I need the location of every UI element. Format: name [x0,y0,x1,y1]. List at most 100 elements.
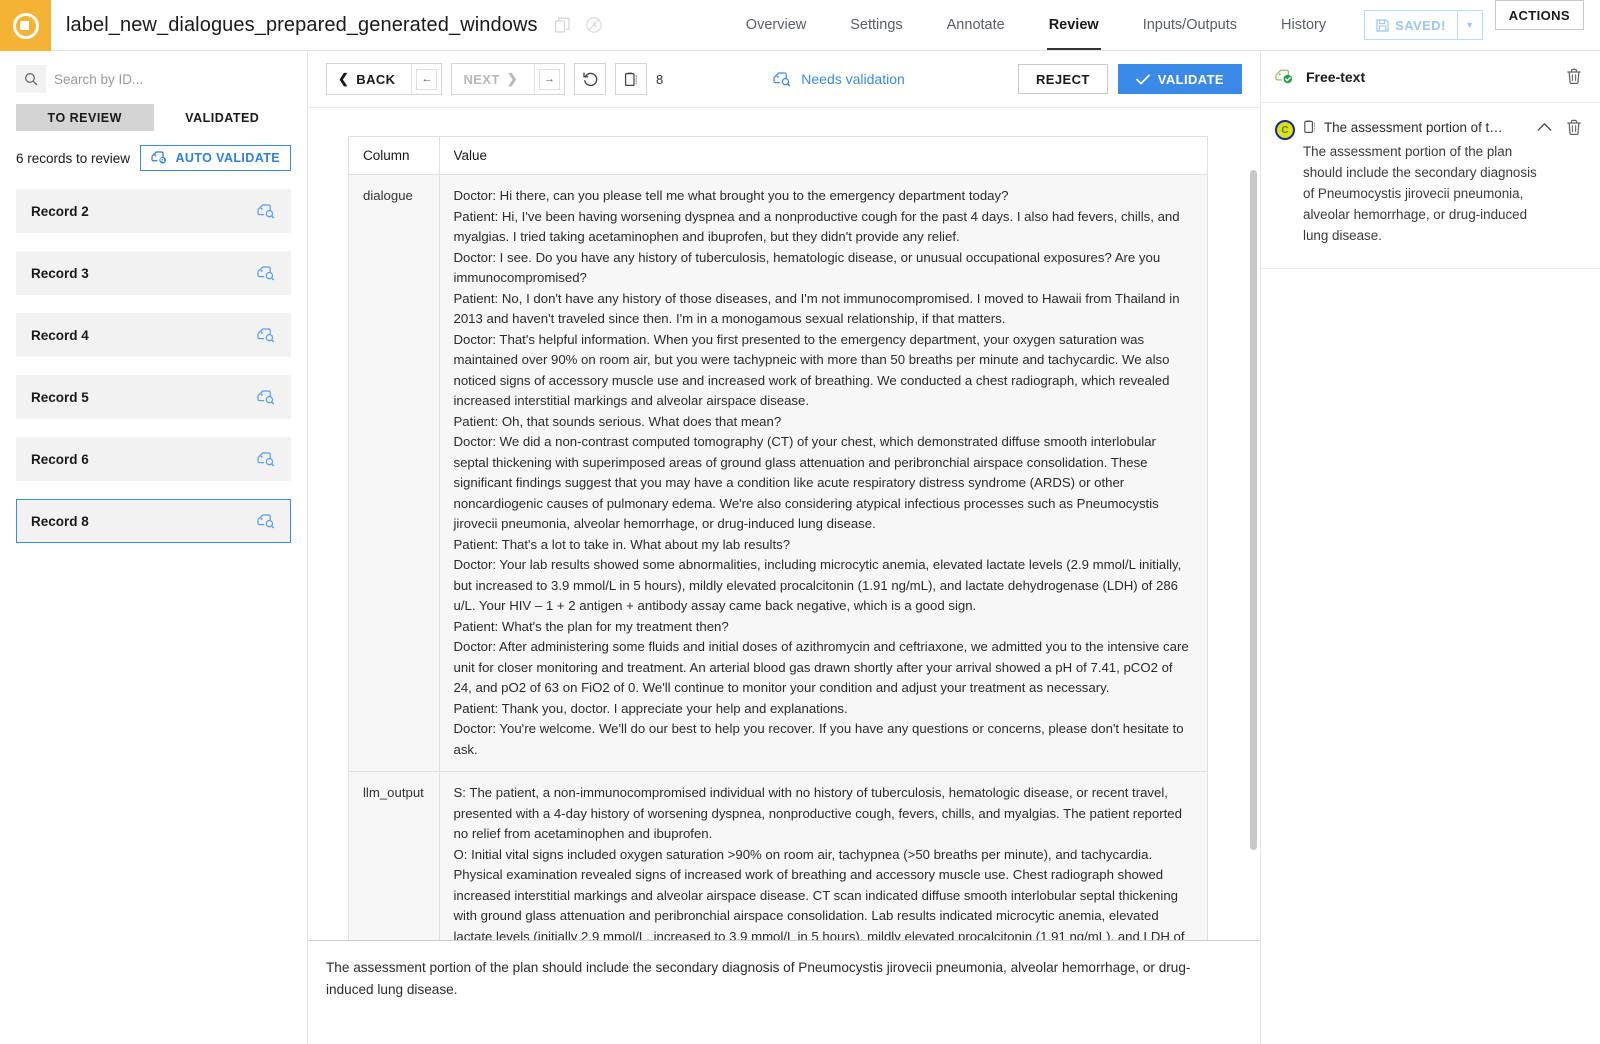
annotation-group-title: Free-text [1306,68,1366,85]
tab-to-review[interactable]: TO REVIEW [16,104,154,131]
status-badge[interactable]: Needs validation [773,71,905,87]
search-icon [16,72,46,86]
next-button[interactable]: NEXT ❯ → [451,63,566,95]
dialogue-line: Doctor: I see. Do you have any history o… [453,249,1161,286]
annotation-title: The assessment portion of t… [1324,119,1503,135]
reset-button[interactable] [574,63,607,95]
row-value[interactable]: Doctor: Hi there, can you please tell me… [439,174,1207,772]
annotation-badge: C [1275,120,1295,140]
annotation-item[interactable]: C The assessment portion of t… The asses… [1261,103,1600,246]
dialogue-line: Doctor: You're welcome. We'll do our bes… [453,721,1184,757]
clipboard-copy-button[interactable] [615,63,648,95]
annotation-detail: The assessment portion of the plan shoul… [1303,144,1537,243]
tag-search-icon[interactable] [257,327,276,343]
annotations-panel: Free-text C The assessment portion of t…… [1260,51,1600,1044]
validate-button[interactable]: VALIDATE [1117,64,1242,94]
tab-review-label: Review [1048,17,1099,33]
toolbar-actions: REJECT VALIDATE [1018,64,1242,94]
content-scrollbar[interactable] [1250,170,1257,991]
orange-logo-icon [12,12,39,39]
main-nav: Overview Settings Annotate Review Inputs… [724,0,1348,50]
saved-status-group: SAVED! ▼ [1364,0,1483,50]
floppy-disk-icon [1376,18,1389,32]
record-list-item[interactable]: Record 3 [16,251,291,295]
status-label: Needs validation [801,71,905,87]
tab-annotate[interactable]: Annotate [925,0,1027,50]
table-row: dialogue Doctor: Hi there, can you pleas… [349,174,1207,772]
tab-validated-label: VALIDATED [185,110,260,125]
review-toolbar: ❮ BACK ← NEXT ❯ → 8 Needs validation REJ… [308,51,1260,107]
tab-overview[interactable]: Overview [724,0,828,50]
actions-label: ACTIONS [1508,7,1570,23]
record-label: Record 6 [31,451,89,467]
tab-review[interactable]: Review [1027,0,1121,50]
dialogue-line: Patient: That's a lot to take in. What a… [453,536,791,552]
tab-history-label: History [1281,17,1327,33]
saved-dropdown-button[interactable]: ▼ [1456,10,1483,40]
copy-icon[interactable] [554,17,571,34]
trash-icon[interactable] [1566,68,1582,85]
reject-button[interactable]: REJECT [1018,64,1108,94]
tab-settings[interactable]: Settings [828,0,924,50]
tag-search-icon[interactable] [257,203,276,219]
tab-history[interactable]: History [1259,0,1348,50]
page-title: label_new_dialogues_prepared_generated_w… [66,13,538,36]
tag-check-icon [1275,69,1295,85]
record-list-item[interactable]: Record 4 [16,313,291,357]
back-button[interactable]: ❮ BACK ← [326,63,443,95]
record-list-item[interactable]: Record 6 [16,437,291,481]
record-filter-tabs: TO REVIEW VALIDATED [16,104,291,131]
search-input[interactable] [46,65,291,93]
record-label: Record 3 [31,265,89,281]
content-scrollbar-thumb[interactable] [1250,170,1257,850]
record-label: Record 8 [31,513,89,529]
table-header-row: Column Value [349,137,1207,175]
record-list-item-selected[interactable]: Record 8 [16,499,291,543]
tag-search-icon[interactable] [257,389,276,405]
header-column: Column [349,137,440,175]
dialogue-line: Doctor: After administering some fluids … [453,639,1189,695]
next-key-label: → [539,68,561,90]
trash-icon[interactable] [1566,119,1582,246]
record-table: Column Value dialogue Doctor: Hi there, … [348,136,1208,991]
tag-search-icon [773,71,792,87]
chevron-down-icon: ▼ [1465,20,1475,30]
clipboard-copy-icon [623,71,640,88]
tab-overview-label: Overview [745,17,807,33]
check-icon [1135,74,1150,85]
validate-label: VALIDATE [1157,71,1224,87]
tag-search-icon[interactable] [257,265,276,281]
annotation-text-editor[interactable]: The assessment portion of the plan shoul… [308,940,1260,1044]
chevron-right-icon: ❯ [506,71,519,86]
dialogue-line: Patient: What's the plan for my treatmen… [453,618,729,634]
dialogue-line: Doctor: Your lab results showed some abn… [453,557,1182,613]
clock-history-icon[interactable] [585,16,603,34]
next-shortcut-key: → [534,64,564,94]
saved-button[interactable]: SAVED! [1364,10,1457,40]
dialogue-line: Doctor: Hi there, can you please tell me… [453,188,1009,203]
actions-button[interactable]: ACTIONS [1494,0,1584,30]
record-list-item[interactable]: Record 2 [16,189,291,233]
records-summary-row: 6 records to review AUTO VALIDATE [16,145,291,171]
tab-validated[interactable]: VALIDATED [153,104,291,131]
chevron-up-icon[interactable] [1537,122,1552,132]
annotation-editor-text: The assessment portion of the plan shoul… [326,960,1191,997]
auto-validate-button[interactable]: AUTO VALIDATE [140,145,291,171]
auto-validate-label: AUTO VALIDATE [175,151,280,165]
app-logo[interactable] [0,0,51,51]
back-key-label: ← [416,68,438,90]
dialogue-line: Doctor: That's helpful information. When… [453,331,1170,409]
tag-search-icon[interactable] [257,513,276,529]
dialogue-line: Patient: Thank you, doctor. I appreciate… [453,700,848,716]
clipboard-icon[interactable] [1303,119,1317,135]
record-number: 8 [656,71,664,87]
tag-search-icon[interactable] [257,451,276,467]
row-column-name: dialogue [349,174,440,772]
record-list-item[interactable]: Record 5 [16,375,291,419]
next-label: NEXT [463,71,500,87]
search-container [16,65,291,93]
chevron-left-icon: ❮ [338,71,350,86]
back-shortcut-key: ← [411,64,441,94]
tab-inputs-outputs[interactable]: Inputs/Outputs [1121,0,1259,50]
